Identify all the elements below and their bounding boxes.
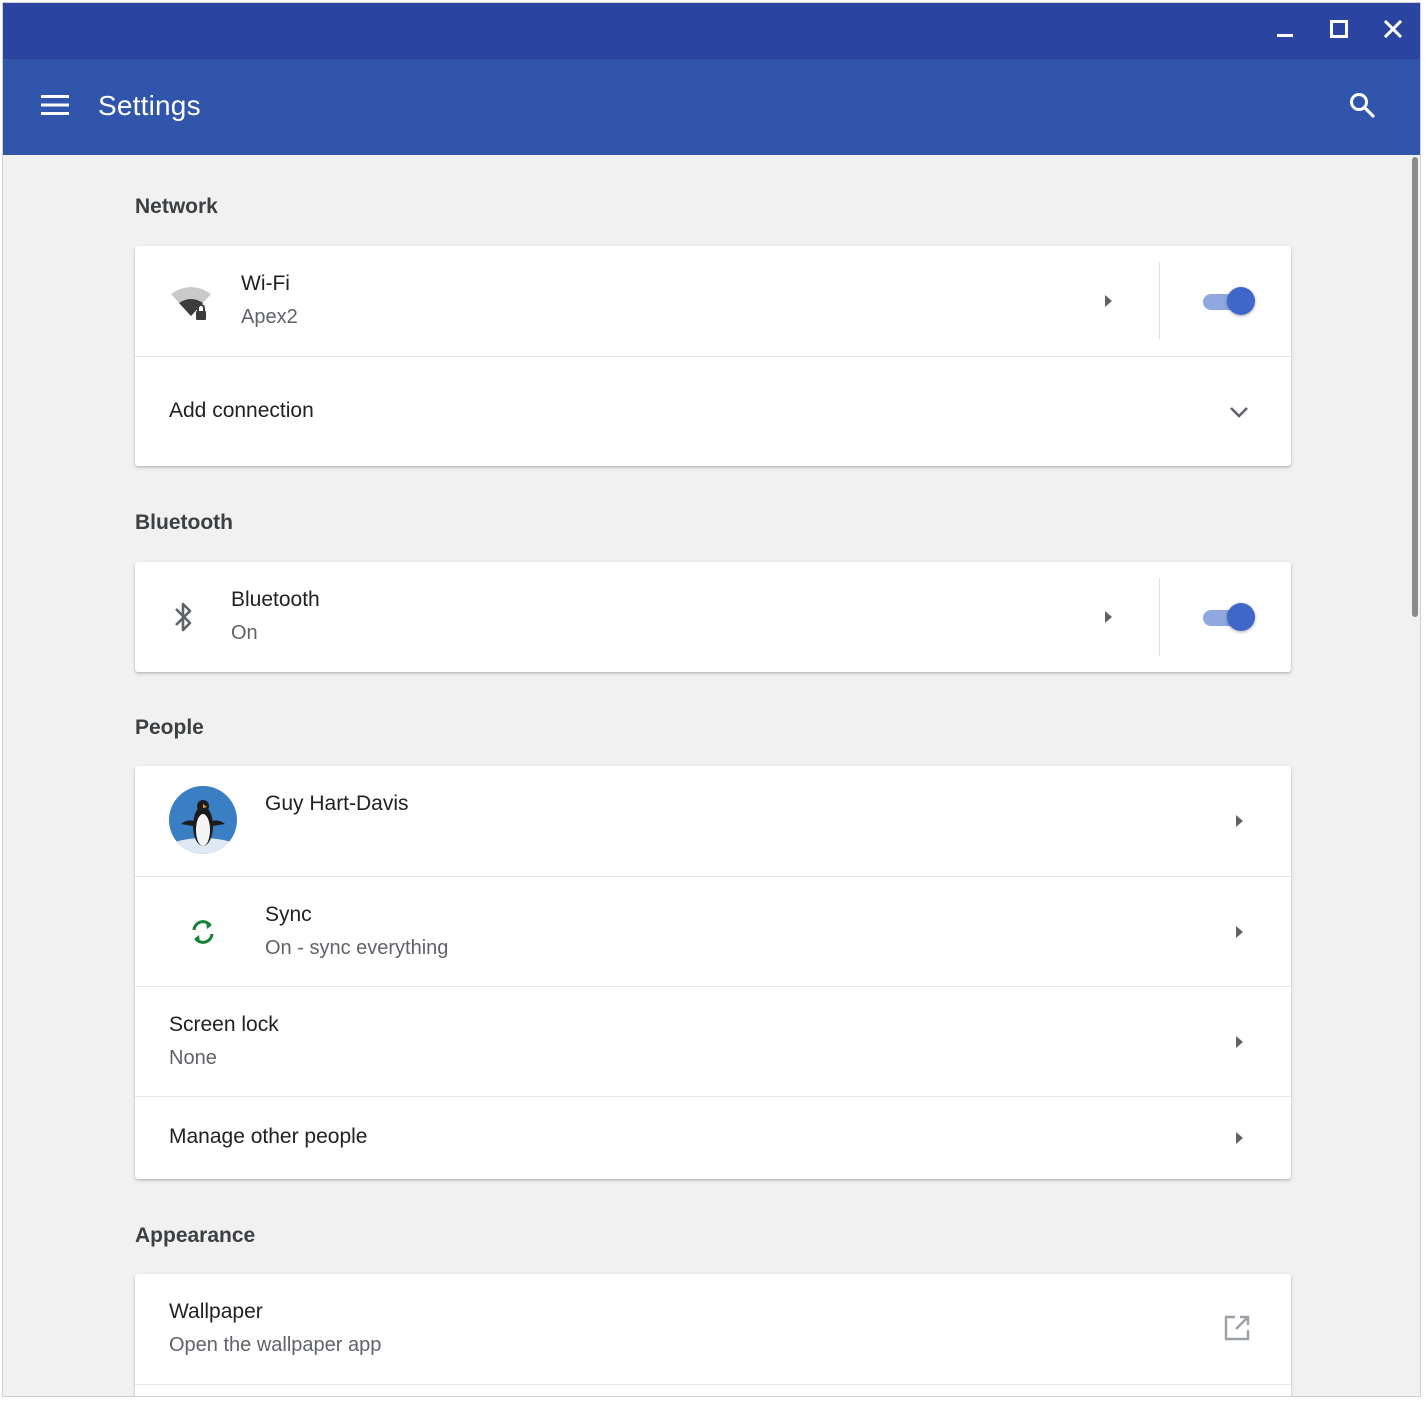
title-bar [3, 3, 1420, 59]
add-connection-row[interactable]: Add connection [135, 356, 1291, 466]
app-bar: Settings [3, 59, 1420, 155]
bluetooth-toggle[interactable] [1201, 602, 1257, 632]
maximize-icon [1329, 19, 1349, 44]
wifi-lock-icon [169, 284, 213, 324]
bluetooth-label: Bluetooth [231, 588, 320, 611]
sync-arrow-icon[interactable] [1224, 917, 1254, 947]
next-row[interactable] [135, 1384, 1291, 1396]
toggle-knob [1227, 287, 1255, 315]
menu-button[interactable] [33, 87, 77, 127]
minimize-button[interactable] [1265, 11, 1305, 51]
wifi-toggle[interactable] [1201, 286, 1257, 316]
bluetooth-arrow-icon[interactable] [1093, 602, 1123, 632]
sync-status: On - sync everything [265, 937, 449, 959]
section-title-network: Network [135, 195, 218, 218]
close-button[interactable] [1373, 11, 1413, 51]
close-icon [1383, 19, 1403, 44]
wifi-row[interactable]: Wi-Fi Apex2 [135, 246, 1291, 356]
account-row[interactable]: Guy Hart-Davis [135, 766, 1291, 876]
add-connection-label: Add connection [169, 399, 314, 422]
search-button[interactable] [1342, 87, 1382, 127]
bluetooth-card: Bluetooth On [135, 562, 1291, 672]
sync-row[interactable]: Sync On - sync everything [135, 876, 1291, 986]
section-title-appearance: Appearance [135, 1224, 256, 1247]
wifi-label: Wi-Fi [241, 272, 290, 295]
divider [1159, 578, 1160, 656]
bluetooth-row[interactable]: Bluetooth On [135, 562, 1291, 672]
divider [1159, 262, 1160, 340]
manage-people-arrow-icon[interactable] [1224, 1123, 1254, 1153]
minimize-icon [1275, 19, 1295, 44]
bluetooth-status: On [231, 622, 258, 644]
hamburger-menu-icon [41, 94, 69, 121]
network-card: Wi-Fi Apex2 Add connection [135, 246, 1291, 466]
scrollbar[interactable] [1410, 155, 1420, 1396]
bluetooth-icon [171, 600, 197, 634]
search-icon [1349, 92, 1375, 123]
chevron-down-icon[interactable] [1224, 397, 1254, 427]
wallpaper-description: Open the wallpaper app [169, 1334, 382, 1356]
settings-content: Network Wi-Fi Apex2 Add connection Bluet… [3, 155, 1412, 1396]
penguin-avatar [169, 786, 237, 854]
toggle-knob [1227, 603, 1255, 631]
people-card: Guy Hart-Davis Sync On - sync everything [135, 766, 1291, 1179]
scrollbar-thumb[interactable] [1412, 157, 1418, 617]
open-external-icon[interactable] [1222, 1313, 1252, 1343]
settings-window: Settings Network Wi-Fi Apex2 Add connect… [2, 2, 1421, 1397]
section-title-people: People [135, 716, 204, 739]
account-arrow-icon[interactable] [1224, 806, 1254, 836]
appearance-card: Wallpaper Open the wallpaper app [135, 1274, 1291, 1396]
manage-people-row[interactable]: Manage other people [135, 1096, 1291, 1179]
screen-lock-status: None [169, 1047, 217, 1069]
account-name: Guy Hart-Davis [265, 792, 409, 815]
sync-icon [187, 915, 219, 949]
page-title: Settings [98, 90, 201, 121]
wallpaper-label: Wallpaper [169, 1300, 263, 1323]
screen-lock-arrow-icon[interactable] [1224, 1027, 1254, 1057]
section-title-bluetooth: Bluetooth [135, 511, 233, 534]
screen-lock-label: Screen lock [169, 1013, 279, 1036]
wifi-arrow-icon[interactable] [1093, 286, 1123, 316]
wifi-network-name: Apex2 [241, 306, 298, 328]
manage-people-label: Manage other people [169, 1125, 368, 1148]
screen-lock-row[interactable]: Screen lock None [135, 986, 1291, 1096]
maximize-button[interactable] [1319, 11, 1359, 51]
wallpaper-row[interactable]: Wallpaper Open the wallpaper app [135, 1274, 1291, 1384]
sync-label: Sync [265, 903, 312, 926]
